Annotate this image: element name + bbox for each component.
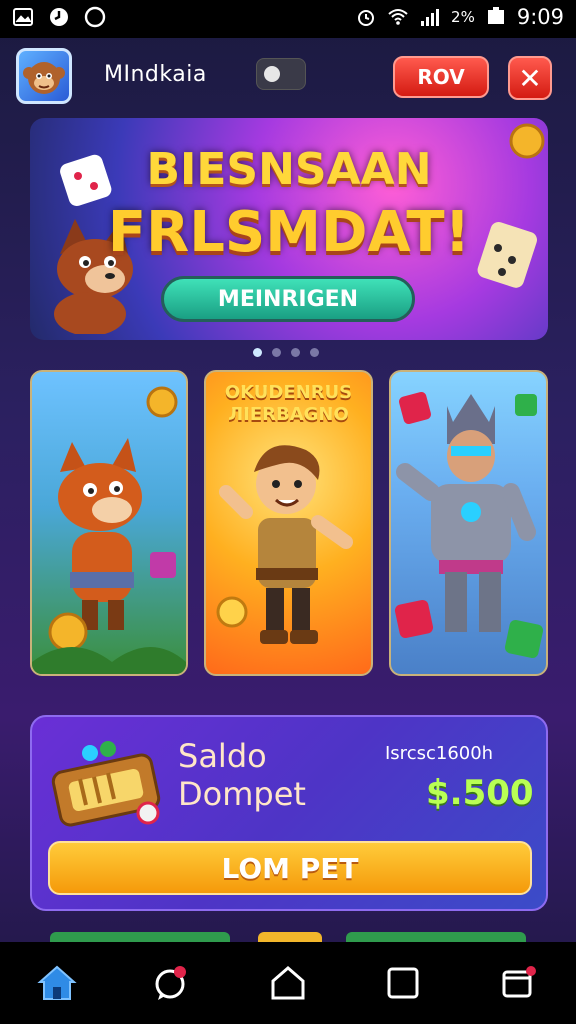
wallet-card: Saldo Dompet Isrcsc1600h $.500 LOM PET xyxy=(30,715,548,911)
nav-home[interactable] xyxy=(27,958,87,1008)
carousel-dot[interactable] xyxy=(272,348,281,357)
treasure-chest-icon xyxy=(51,741,161,827)
game-card-robot[interactable] xyxy=(389,370,548,676)
banner-title-line1: BIESNSAAN xyxy=(146,144,432,195)
game-card-hero[interactable]: OKUDENRUS ЛIERBAGNO xyxy=(204,370,373,676)
bottom-navigation xyxy=(0,942,576,1024)
avatar[interactable] xyxy=(16,48,72,104)
square-icon xyxy=(387,967,419,999)
home-outline-icon xyxy=(271,966,305,1000)
nav-square[interactable] xyxy=(373,958,433,1008)
status-bar: 2% 9:09 xyxy=(0,0,576,38)
nav-chat[interactable] xyxy=(141,958,201,1008)
signal-icon xyxy=(421,9,440,26)
data-saver-icon xyxy=(50,8,68,26)
carousel-dot[interactable] xyxy=(291,348,300,357)
wallet-button[interactable]: LOM PET xyxy=(48,841,532,895)
toggle-knob xyxy=(264,66,280,82)
battery-percent: 2% xyxy=(451,8,475,26)
wallet-balance: $.500 xyxy=(426,773,534,813)
nav-home-outline[interactable] xyxy=(258,958,318,1008)
wifi-icon xyxy=(388,9,408,25)
close-button[interactable]: ✕ xyxy=(508,56,552,100)
robot-warrior-icon xyxy=(394,391,544,659)
wallet-subtitle: Isrcsc1600h xyxy=(385,743,494,764)
hero-character-icon xyxy=(216,445,353,644)
banner-title-line2: FRLSMDAT! xyxy=(107,200,471,265)
chat-icon xyxy=(155,966,186,1000)
recents-icon xyxy=(502,966,536,998)
game-card-fox[interactable] xyxy=(30,370,188,676)
carousel-dot[interactable] xyxy=(310,348,319,357)
theme-toggle[interactable] xyxy=(256,58,306,90)
circle-icon xyxy=(84,6,106,28)
fox-character-icon xyxy=(32,386,186,674)
home-icon xyxy=(37,965,77,1000)
image-icon xyxy=(13,8,33,26)
monkey-avatar-icon xyxy=(23,62,65,94)
rov-button[interactable]: ROV xyxy=(393,56,489,98)
close-icon: ✕ xyxy=(518,61,542,95)
username: MIndkaia xyxy=(104,62,207,87)
carousel-dot[interactable] xyxy=(253,348,262,357)
nav-recents[interactable] xyxy=(488,958,548,1008)
clock: 9:09 xyxy=(516,5,564,29)
alarm-icon xyxy=(358,10,375,26)
banner-cta-button[interactable]: MEINRIGEN xyxy=(161,276,415,322)
promo-banner[interactable]: BIESNSAAN FRLSMDAT! MEINRIGEN xyxy=(30,118,548,340)
app-header: MIndkaia ROV ✕ xyxy=(0,42,576,108)
battery-icon xyxy=(487,7,504,24)
carousel-dots xyxy=(253,348,319,357)
wallet-title: Saldo Dompet xyxy=(178,737,306,813)
